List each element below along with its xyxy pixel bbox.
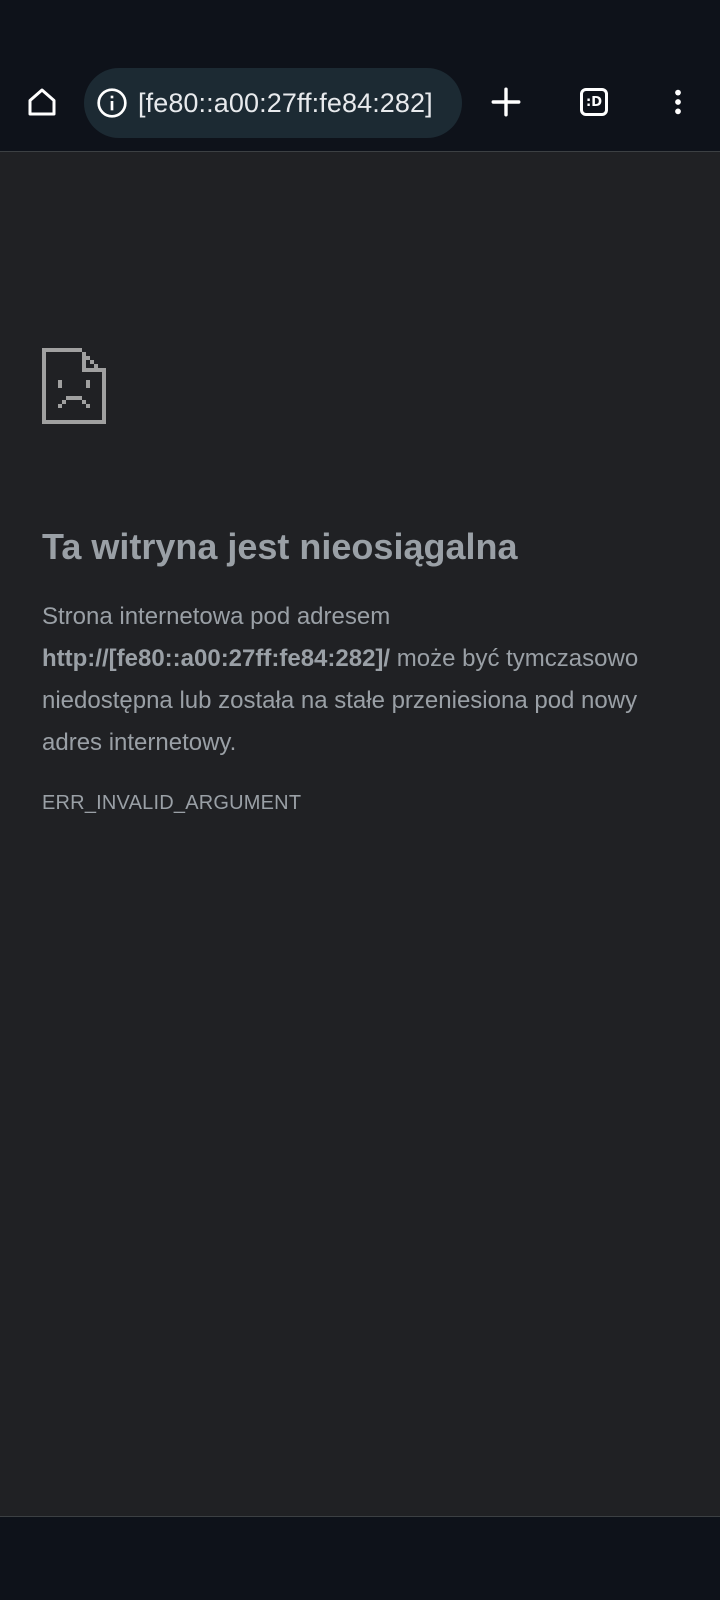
tab-switcher-icon: :D bbox=[580, 88, 608, 116]
url-text: [fe80::a00:27ff:fe84:282] bbox=[138, 88, 433, 118]
more-vert-icon bbox=[675, 89, 681, 115]
error-title: Ta witryna jest nieosiągalna bbox=[42, 526, 518, 567]
page-content: Ta witryna jest nieosiągalna Strona inte… bbox=[0, 152, 720, 1516]
error-description: Strona internetowa pod adresem http://[f… bbox=[42, 596, 682, 764]
info-icon[interactable] bbox=[94, 85, 130, 121]
error-code: ERR_INVALID_ARGUMENT bbox=[42, 792, 302, 814]
home-button[interactable] bbox=[18, 78, 66, 126]
error-description-prefix: Strona internetowa pod adresem bbox=[42, 603, 391, 630]
tab-count-label: :D bbox=[586, 94, 602, 110]
sad-page-icon bbox=[42, 348, 106, 424]
home-icon bbox=[28, 88, 56, 116]
error-url: http://[fe80::a00:27ff:fe84:282]/ bbox=[42, 645, 391, 672]
plus-icon bbox=[491, 87, 521, 117]
new-tab-button[interactable] bbox=[482, 78, 530, 126]
browser-toolbar: [fe80::a00:27ff:fe84:282] :D bbox=[0, 66, 720, 152]
more-menu-button[interactable] bbox=[654, 78, 702, 126]
address-bar[interactable]: [fe80::a00:27ff:fe84:282] bbox=[84, 68, 462, 138]
system-navigation-bar bbox=[0, 1516, 720, 1600]
tab-switcher-button[interactable]: :D bbox=[570, 78, 618, 126]
status-bar bbox=[0, 0, 720, 66]
